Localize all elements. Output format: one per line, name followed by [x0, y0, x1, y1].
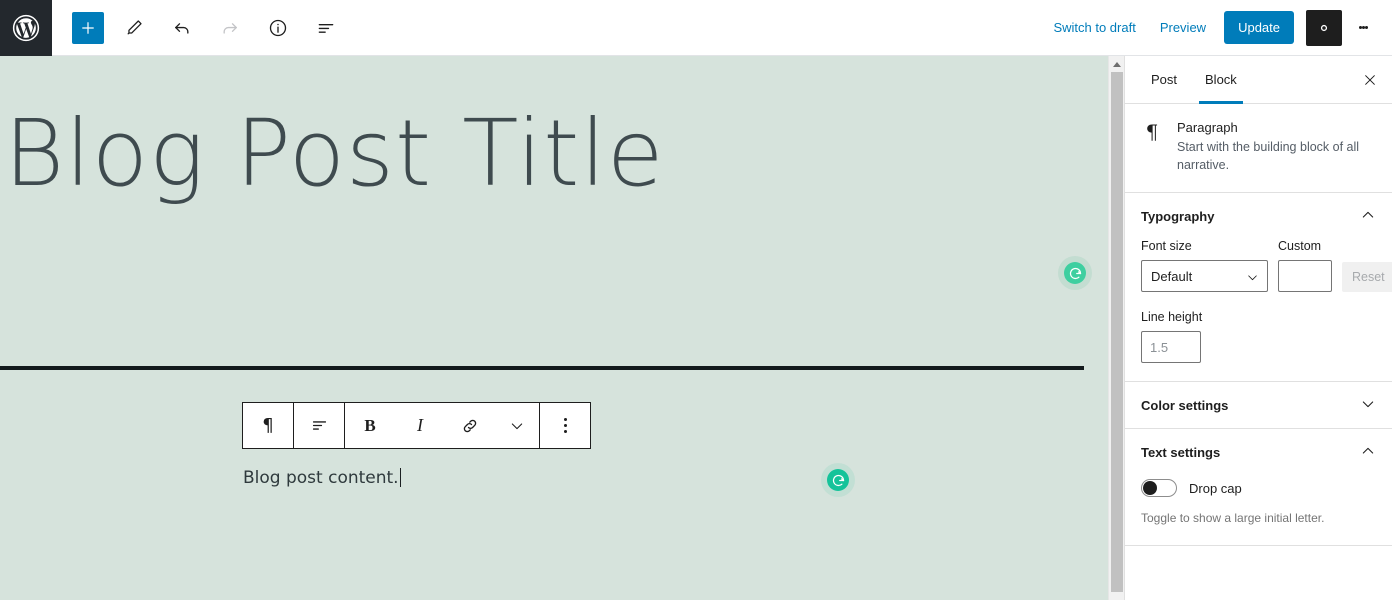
italic-button[interactable]: I: [395, 403, 445, 448]
details-button[interactable]: [260, 10, 296, 46]
editor-body: Blog Post Title Blog post content. ¶ B I…: [0, 56, 1392, 600]
custom-font-size-input[interactable]: [1278, 260, 1332, 293]
block-title: Paragraph: [1177, 120, 1238, 135]
block-description: Start with the building block of all nar…: [1177, 140, 1360, 173]
add-block-button[interactable]: [72, 11, 104, 44]
scroll-up-arrow-icon[interactable]: [1109, 56, 1124, 72]
grammarly-badge-paragraph[interactable]: [827, 469, 849, 491]
top-bar-tools: [52, 10, 356, 46]
align-left-icon[interactable]: [294, 403, 344, 448]
kebab-dot: [563, 424, 567, 427]
more-rich-text-button[interactable]: [495, 403, 539, 448]
kebab-dot: [563, 430, 567, 433]
settings-sidebar: Post Block ¶ Paragraph Start with the bu…: [1124, 56, 1392, 600]
bold-button[interactable]: B: [345, 403, 395, 448]
paragraph-pilcrow-icon: ¶: [1145, 120, 1159, 144]
text-caret: [399, 468, 401, 487]
font-size-select[interactable]: Default: [1141, 260, 1268, 293]
rich-text-group: B I: [345, 403, 539, 448]
editor-vertical-scrollbar[interactable]: [1108, 56, 1124, 600]
block-options-group: [540, 403, 590, 448]
font-size-field: Font size Default: [1141, 239, 1268, 293]
block-info-card: ¶ Paragraph Start with the building bloc…: [1125, 104, 1392, 194]
reset-button[interactable]: Reset: [1342, 262, 1392, 293]
switch-to-draft-button[interactable]: Switch to draft: [1041, 12, 1147, 43]
line-height-input[interactable]: [1141, 331, 1201, 364]
wordpress-logo-icon[interactable]: [0, 0, 52, 56]
editor-canvas-wrapper: Blog Post Title Blog post content. ¶ B I: [0, 56, 1124, 600]
preview-button[interactable]: Preview: [1148, 12, 1218, 43]
undo-button[interactable]: [164, 10, 200, 46]
drop-cap-label: Drop cap: [1189, 480, 1242, 496]
color-settings-panel: Color settings: [1125, 382, 1392, 430]
line-height-label: Line height: [1141, 310, 1203, 325]
tab-block[interactable]: Block: [1191, 56, 1251, 104]
typography-panel: Typography Font size Default Custom Rese…: [1125, 193, 1392, 383]
block-options-button[interactable]: [540, 403, 590, 448]
toggle-knob: [1143, 481, 1157, 496]
text-settings-panel-body: Drop cap Toggle to show a large initial …: [1125, 475, 1392, 545]
paragraph-block[interactable]: Blog post content.: [243, 468, 401, 488]
drop-cap-toggle[interactable]: [1141, 479, 1177, 498]
custom-label: Custom: [1278, 239, 1322, 254]
drop-cap-help-text: Toggle to show a large initial letter.: [1141, 511, 1325, 526]
list-view-button[interactable]: [308, 10, 344, 46]
font-size-select-wrapper: Default: [1141, 260, 1268, 293]
typography-panel-body: Font size Default Custom Reset Line heig…: [1125, 239, 1392, 381]
chevron-up-icon: [1360, 443, 1376, 462]
chevron-up-icon: [1360, 207, 1376, 226]
scrollbar-thumb[interactable]: [1111, 72, 1123, 592]
link-icon[interactable]: [445, 403, 495, 448]
grammarly-badge-title[interactable]: [1064, 262, 1086, 284]
more-options-button[interactable]: [1348, 10, 1378, 46]
editor-canvas[interactable]: Blog Post Title Blog post content. ¶ B I: [0, 56, 1108, 600]
editor-top-bar: Switch to draft Preview Update: [0, 0, 1392, 56]
edit-tool-button[interactable]: [116, 10, 152, 46]
block-toolbar: ¶ B I: [242, 402, 591, 449]
text-settings-panel-header[interactable]: Text settings: [1125, 429, 1392, 475]
tab-post[interactable]: Post: [1137, 56, 1191, 103]
chevron-down-icon: [1360, 396, 1376, 415]
block-type-group: ¶: [243, 403, 293, 448]
gear-icon[interactable]: [1306, 9, 1342, 46]
drop-cap-row: Drop cap: [1141, 475, 1376, 498]
font-size-label: Font size: [1141, 239, 1192, 254]
text-settings-panel: Text settings Drop cap Toggle to show a …: [1125, 429, 1392, 547]
kebab-vertical-icon: [563, 417, 567, 435]
typography-panel-title: Typography: [1141, 208, 1215, 224]
close-x-icon[interactable]: [1348, 56, 1392, 103]
sidebar-tabs: Post Block: [1125, 56, 1392, 104]
wordpress-block-editor: Switch to draft Preview Update Blog Post…: [0, 0, 1392, 600]
color-settings-panel-title: Color settings: [1141, 397, 1229, 413]
title-separator: [0, 366, 1084, 370]
kebab-dot: [1364, 26, 1368, 29]
redo-button[interactable]: [212, 10, 248, 46]
paragraph-text: Blog post content.: [243, 468, 399, 488]
color-settings-panel-header[interactable]: Color settings: [1125, 382, 1392, 428]
typography-panel-header[interactable]: Typography: [1125, 193, 1392, 239]
text-settings-panel-title: Text settings: [1141, 444, 1221, 460]
kebab-dot: [563, 418, 567, 421]
font-size-row: Font size Default Custom Reset: [1141, 239, 1392, 293]
block-type-button[interactable]: ¶: [243, 403, 293, 448]
top-bar-actions: Switch to draft Preview Update: [1041, 9, 1392, 46]
update-button[interactable]: Update: [1224, 11, 1294, 44]
post-title[interactable]: Blog Post Title: [0, 56, 1108, 200]
align-group: [294, 403, 344, 448]
custom-font-size-field: Custom: [1278, 239, 1332, 293]
